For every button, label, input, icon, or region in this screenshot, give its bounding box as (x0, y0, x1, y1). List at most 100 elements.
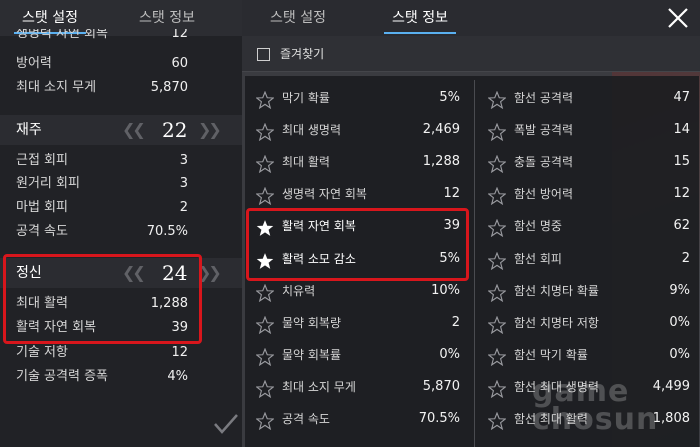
stat-value: 12 (443, 186, 460, 202)
stat-label: 함선 치명타 저항 (514, 315, 599, 330)
stat-value: 4% (167, 369, 188, 384)
stat-row: 함선 치명타 확률 9% (487, 275, 690, 307)
stat-value: 39 (171, 320, 188, 335)
stat-row: 공격 속도 70.5% (0, 220, 242, 244)
stat-label: 마법 회피 (16, 200, 68, 215)
stat-row: 치유력 10% (255, 275, 460, 307)
decrease-arrows-icon[interactable]: ❮❮ (122, 258, 146, 288)
increase-arrows-icon[interactable]: ❯❯ (198, 258, 222, 288)
star-outline-icon[interactable] (255, 185, 275, 206)
star-outline-icon[interactable] (255, 282, 275, 302)
star-outline-icon[interactable] (487, 153, 507, 174)
stat-row: 함선 막기 확률 0% (487, 339, 690, 371)
stat-row: 생명력 자연 회복 12 (255, 178, 460, 210)
stat-value: 5,870 (422, 378, 460, 394)
stat-value: 9% (669, 282, 690, 298)
stat-row: 생명력 자연 회복 12 (0, 29, 242, 43)
stat-value: 2,469 (422, 122, 460, 138)
star-outline-icon[interactable] (255, 121, 275, 142)
stat-label: 기술 공격력 증폭 (16, 369, 108, 384)
star-outline-icon[interactable] (487, 89, 507, 110)
stat-row: 활력 소모 감소 5% (256, 243, 460, 275)
star-outline-icon[interactable] (487, 410, 507, 431)
stat-label: 함선 회피 (514, 251, 562, 266)
stat-row: 활력 자연 회복 39 (256, 210, 460, 242)
stat-value: 12 (171, 29, 188, 41)
stat-value: 60 (171, 56, 188, 71)
close-icon[interactable] (664, 4, 692, 32)
stat-value: 70.5% (146, 224, 188, 239)
watermark: game chosun (532, 377, 692, 444)
stat-label: 활력 소모 감소 (282, 251, 356, 266)
stat-row: 최대 활력 1,288 (0, 292, 242, 316)
star-outline-icon[interactable] (255, 410, 275, 431)
star-filled-icon[interactable] (256, 250, 274, 269)
star-outline-icon[interactable] (487, 217, 507, 238)
check-icon[interactable] (212, 412, 240, 436)
watermark-line: chosun (532, 402, 659, 437)
stat-label: 활력 자연 회복 (16, 320, 97, 335)
star-outline-icon[interactable] (255, 346, 275, 366)
stat-label: 활력 자연 회복 (282, 219, 356, 234)
star-filled-icon[interactable] (256, 217, 274, 237)
stat-group-spirit: 정신 ❮❮ 24 ❯❯ (0, 258, 242, 288)
stat-label: 공격 속도 (282, 412, 330, 426)
stat-settings-panel: 스탯 설정 스탯 정보 생명력 자연 회복 12 방어력 60 최대 소지 무게… (0, 0, 242, 447)
group-label: 정신 (16, 265, 42, 281)
right-tab-bar: 스탯 설정 스탯 정보 (242, 0, 700, 36)
stat-label: 최대 소지 무게 (16, 80, 97, 95)
stat-value: 14 (673, 122, 690, 138)
stat-row: 방어력 60 (0, 52, 242, 76)
stat-label: 함선 방어력 (514, 187, 574, 202)
stat-row: 함선 방어력 12 (487, 178, 690, 210)
stat-group-dexterity: 재주 ❮❮ 22 ❯❯ (0, 115, 242, 145)
stat-value: 2 (179, 200, 188, 215)
star-outline-icon[interactable] (487, 314, 507, 334)
star-outline-icon[interactable] (255, 378, 275, 399)
stat-label: 충돌 공격력 (514, 155, 574, 170)
star-outline-icon[interactable] (487, 185, 507, 206)
stat-label: 함선 명중 (514, 219, 562, 234)
star-outline-icon[interactable] (255, 89, 275, 110)
star-outline-icon[interactable] (487, 378, 507, 399)
stat-label: 최대 활력 (16, 296, 68, 311)
favorites-label: 즐겨찾기 (280, 47, 325, 61)
favorites-checkbox[interactable] (257, 48, 270, 61)
stat-label: 근접 회피 (16, 153, 68, 168)
stat-row: 기술 저항 12 (0, 341, 242, 365)
column-divider (474, 80, 475, 447)
stat-label: 최대 소지 무게 (282, 379, 356, 394)
stat-value: 5% (439, 90, 460, 105)
stat-value: 10% (431, 282, 460, 298)
stat-row: 폭발 공격력 14 (487, 114, 690, 146)
stat-value: 15 (673, 154, 690, 170)
stat-row: 최대 소지 무게 5,870 (0, 76, 242, 100)
star-outline-icon[interactable] (255, 153, 275, 174)
stat-label: 물약 회복률 (282, 347, 342, 362)
star-outline-icon[interactable] (487, 121, 507, 142)
decrease-arrows-icon[interactable]: ❮❮ (122, 115, 146, 145)
stat-row: 활력 자연 회복 39 (0, 316, 242, 340)
group-label: 재주 (16, 122, 42, 138)
increase-arrows-icon[interactable]: ❯❯ (198, 115, 222, 145)
stat-value: 1,288 (422, 154, 460, 170)
tab-stat-settings[interactable]: 스탯 설정 (250, 0, 346, 36)
stat-label: 함선 공격력 (514, 91, 574, 105)
stat-row: 함선 명중 62 (487, 210, 690, 242)
stat-row: 충돌 공격력 15 (487, 146, 690, 178)
stat-row: 최대 생명력 2,469 (255, 114, 460, 146)
stat-value: 0% (439, 346, 460, 362)
stat-value: 12 (171, 345, 188, 360)
stat-row: 최대 활력 1,288 (255, 146, 460, 178)
stat-row: 근접 회피 3 (0, 149, 242, 173)
stat-row: 최대 소지 무게 5,870 (255, 371, 460, 403)
star-outline-icon[interactable] (487, 250, 507, 270)
stat-row: 기술 공격력 증폭 4% (0, 365, 242, 389)
stat-value: 2 (451, 314, 460, 330)
star-outline-icon[interactable] (487, 282, 507, 302)
star-outline-icon[interactable] (255, 314, 275, 334)
stat-label: 최대 활력 (282, 155, 330, 170)
stat-row: 물약 회복률 0% (255, 339, 460, 371)
tab-stat-info[interactable]: 스탯 정보 (372, 0, 468, 36)
star-outline-icon[interactable] (487, 346, 507, 366)
